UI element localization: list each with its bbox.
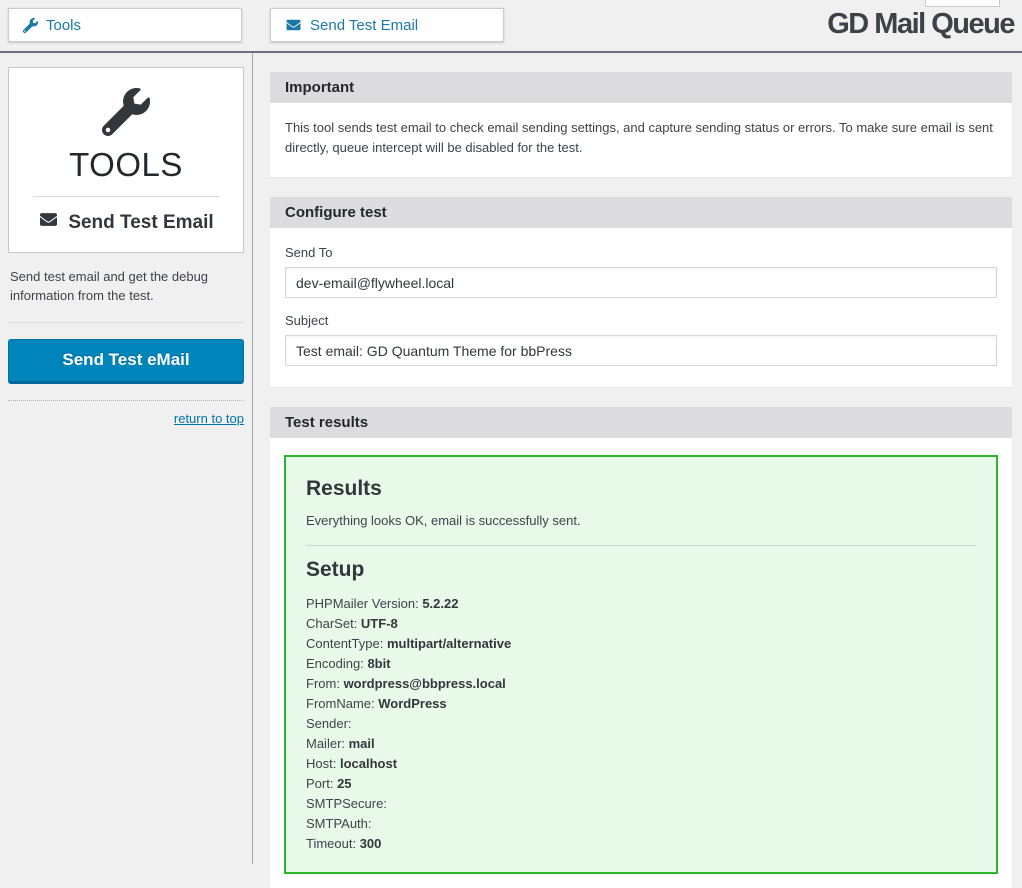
setup-item: SMTPAuth: [306, 814, 976, 834]
setup-item: FromName: WordPress [306, 694, 976, 714]
setup-item: PHPMailer Version: 5.2.22 [306, 594, 976, 614]
setup-item-label: CharSet: [306, 616, 361, 632]
setup-item-label: Timeout: [306, 836, 360, 852]
setup-item: Timeout: 300 [306, 834, 976, 854]
envelope-icon-dark [38, 211, 59, 234]
tab-send-test-email[interactable]: Send Test Email [270, 8, 504, 42]
setup-item: Port: 25 [306, 774, 976, 794]
setup-item-value: 25 [337, 776, 352, 792]
section-test-results: Test results Results Everything looks OK… [270, 407, 1012, 888]
main-panel: Important This tool sends test email to … [253, 53, 1022, 888]
subject-field-group: Subject [285, 313, 997, 367]
send-to-label: Send To [285, 245, 333, 261]
section-configure-test: Configure test Send To Subject [270, 197, 1012, 388]
setup-item-value: wordpress@bbpress.local [343, 676, 506, 692]
send-to-input[interactable] [285, 267, 997, 299]
page-title: GD Mail Queue [827, 8, 1015, 40]
setup-item-value: mail [348, 736, 375, 752]
wrench-icon [23, 17, 38, 33]
sidebar-dotted-divider [8, 399, 244, 401]
section-configure-body: Send To Subject [270, 228, 1012, 388]
sidebar-divider [8, 321, 244, 323]
setup-item-label: Encoding: [306, 656, 368, 672]
success-result-box: Results Everything looks OK, email is su… [284, 455, 998, 875]
setup-item-value: WordPress [378, 696, 447, 712]
setup-item-label: Port: [306, 776, 338, 792]
sidebar-item-label: Send Test Email [68, 211, 214, 233]
envelope-icon [285, 18, 302, 32]
setup-item-label: From: [306, 676, 344, 692]
setup-item-value: multipart/alternative [386, 636, 512, 652]
setup-item: Encoding: 8bit [306, 654, 976, 674]
results-heading: Results [306, 477, 382, 501]
setup-list: PHPMailer Version: 5.2.22 CharSet: UTF-8 C… [306, 594, 976, 854]
tab-send-test-email-label: Send Test Email [310, 16, 419, 34]
sidebar: TOOLS Send Test Email Send test email an… [0, 53, 253, 864]
sidebar-description: Send test email and get the debug inform… [10, 269, 209, 304]
section-important-body: This tool sends test email to check emai… [270, 103, 1012, 178]
setup-item-value: UTF-8 [360, 616, 398, 632]
setup-item-label: ContentType: [306, 636, 387, 652]
setup-item: Host: localhost [306, 754, 976, 774]
section-configure-header: Configure test [270, 197, 1012, 229]
setup-item-label: SMTPAuth: [306, 816, 372, 832]
tab-tools[interactable]: Tools [8, 8, 242, 42]
results-message: Everything looks OK, email is successful… [306, 513, 581, 529]
send-test-email-button[interactable]: Send Test eMail [8, 338, 244, 384]
setup-item: CharSet: UTF-8 [306, 614, 976, 634]
setup-item-label: Host: [306, 756, 340, 772]
setup-heading: Setup [306, 558, 365, 582]
setup-item-label: SMTPSecure: [306, 796, 387, 812]
content-area: TOOLS Send Test Email Send test email an… [0, 53, 1022, 888]
setup-item-label: PHPMailer Version: [306, 596, 423, 612]
setup-item-value: localhost [339, 756, 398, 772]
setup-item: ContentType: multipart/alternative [306, 634, 976, 654]
subject-label: Subject [285, 313, 329, 329]
top-toolbar: Tools Send Test Email GD Mail Queue [0, 0, 1022, 53]
return-to-top-link[interactable]: return to top [8, 411, 244, 426]
setup-item-value: 5.2.22 [422, 596, 459, 612]
setup-item: Mailer: mail [306, 734, 976, 754]
sidebar-item-send-test-email[interactable]: Send Test Email [19, 211, 233, 234]
setup-item-label: FromName: [306, 696, 379, 712]
send-to-field-group: Send To [285, 245, 997, 299]
setup-item-label: Mailer: [306, 736, 349, 752]
section-important-header: Important [270, 72, 1012, 103]
tools-panel: TOOLS Send Test Email [8, 67, 244, 254]
subject-input[interactable] [285, 335, 997, 367]
panel-divider [33, 196, 219, 198]
results-divider [306, 545, 976, 547]
partial-screen-button[interactable] [925, 0, 1000, 7]
setup-item: Sender: [306, 714, 976, 734]
setup-item: SMTPSecure: [306, 794, 976, 814]
setup-item-value: 8bit [367, 656, 391, 672]
setup-item-label: Sender: [306, 716, 352, 732]
setup-item: From: wordpress@bbpress.local [306, 674, 976, 694]
setup-item-value: 300 [359, 836, 382, 852]
section-test-results-header: Test results [270, 407, 1012, 439]
wrench-icon-large [102, 88, 150, 140]
tab-tools-label: Tools [46, 16, 82, 34]
section-test-results-body: Results Everything looks OK, email is su… [270, 438, 1012, 888]
gd-mail-queue-page: Tools Send Test Email GD Mail Queue TOOL… [0, 0, 1022, 888]
section-important: Important This tool sends test email to … [270, 72, 1012, 178]
tools-panel-title: TOOLS [69, 146, 183, 183]
